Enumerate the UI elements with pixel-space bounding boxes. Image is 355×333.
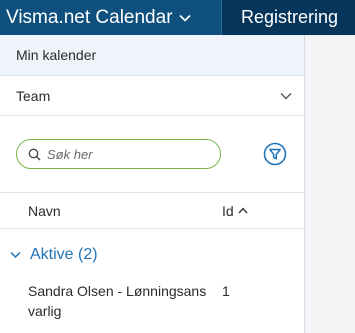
chevron-down-icon (178, 14, 191, 22)
sort-ascending-icon (238, 207, 248, 214)
list-item[interactable]: Sandra Olsen - Lønningsansvarlig 1 (0, 281, 304, 331)
list-header: Navn Id (0, 193, 304, 229)
my-calendar-item[interactable]: Min kalender (0, 35, 304, 76)
group-toggle-active[interactable]: Aktive (2) (0, 229, 304, 281)
tab-registrering[interactable]: Registrering (222, 0, 355, 35)
app-switcher[interactable]: Visma.net Calendar (0, 0, 221, 35)
chevron-down-icon (10, 251, 21, 259)
tab-label: Registrering (241, 7, 339, 27)
search-field[interactable] (16, 139, 221, 169)
side-panel: Min kalender Team Navn Id Akti (0, 35, 305, 333)
search-row (0, 116, 304, 193)
column-header-id[interactable]: Id (222, 203, 248, 219)
app-title: Visma.net Calendar (6, 6, 173, 28)
search-icon (28, 148, 41, 161)
group-label: Aktive (2) (30, 246, 98, 263)
my-calendar-label: Min kalender (16, 47, 97, 63)
filter-icon[interactable] (263, 142, 287, 166)
chevron-down-icon (280, 92, 292, 100)
search-input[interactable] (47, 146, 207, 162)
team-dropdown[interactable]: Team (0, 76, 304, 116)
team-label: Team (16, 87, 51, 104)
employee-id: 1 (222, 283, 230, 299)
employee-name: Sandra Olsen - Lønningsansvarlig (28, 283, 207, 319)
column-header-name[interactable]: Navn (28, 203, 61, 219)
top-bar: Visma.net Calendar Registrering (0, 0, 355, 35)
calendar-area (305, 35, 355, 333)
column-header-id-label: Id (222, 202, 234, 219)
